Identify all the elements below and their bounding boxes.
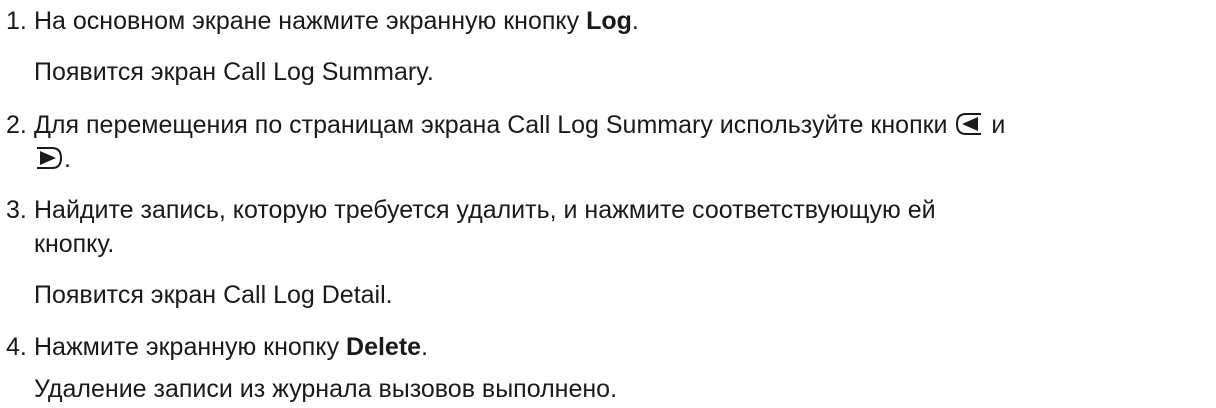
step-text-part: и [991,111,1006,139]
step-text: Для перемещения по страницам экрана Call… [34,108,1005,142]
step-number: 1. [6,7,27,35]
step-number: 2. [6,111,27,139]
step-text: На основном экране нажмите экранную кноп… [34,4,639,38]
step-text-part: . [631,7,639,35]
left-arrow-key-icon [954,111,984,137]
step-text: Нажмите экранную кнопку Delete. [34,330,428,364]
step-text: кнопку. [34,230,115,258]
step-text-part: Для перемещения по страницам экрана Call… [34,111,948,139]
step-result-text: Удаление записи из журнала вызовов выпол… [34,375,618,403]
step-text: Найдите запись, которую требуется удалит… [34,196,936,224]
step-text-part: . [64,145,71,173]
right-arrow-key-icon [34,145,64,171]
step-text-part: . [421,333,429,361]
step-result-text: Появится экран Call Log Summary. [34,58,434,86]
softkey-label-delete: Delete [346,333,422,361]
step-text-part: На основном экране нажмите экранную кноп… [34,7,587,35]
instruction-document: 1. На основном экране нажмите экранную к… [0,0,1216,408]
softkey-label-log: Log [586,7,632,35]
step-text-part: Нажмите экранную кнопку [34,333,347,361]
step-text: . [34,142,71,176]
step-number: 3. [6,196,27,224]
step-result-text: Появится экран Call Log Detail. [34,281,393,309]
step-number: 4. [6,333,27,361]
